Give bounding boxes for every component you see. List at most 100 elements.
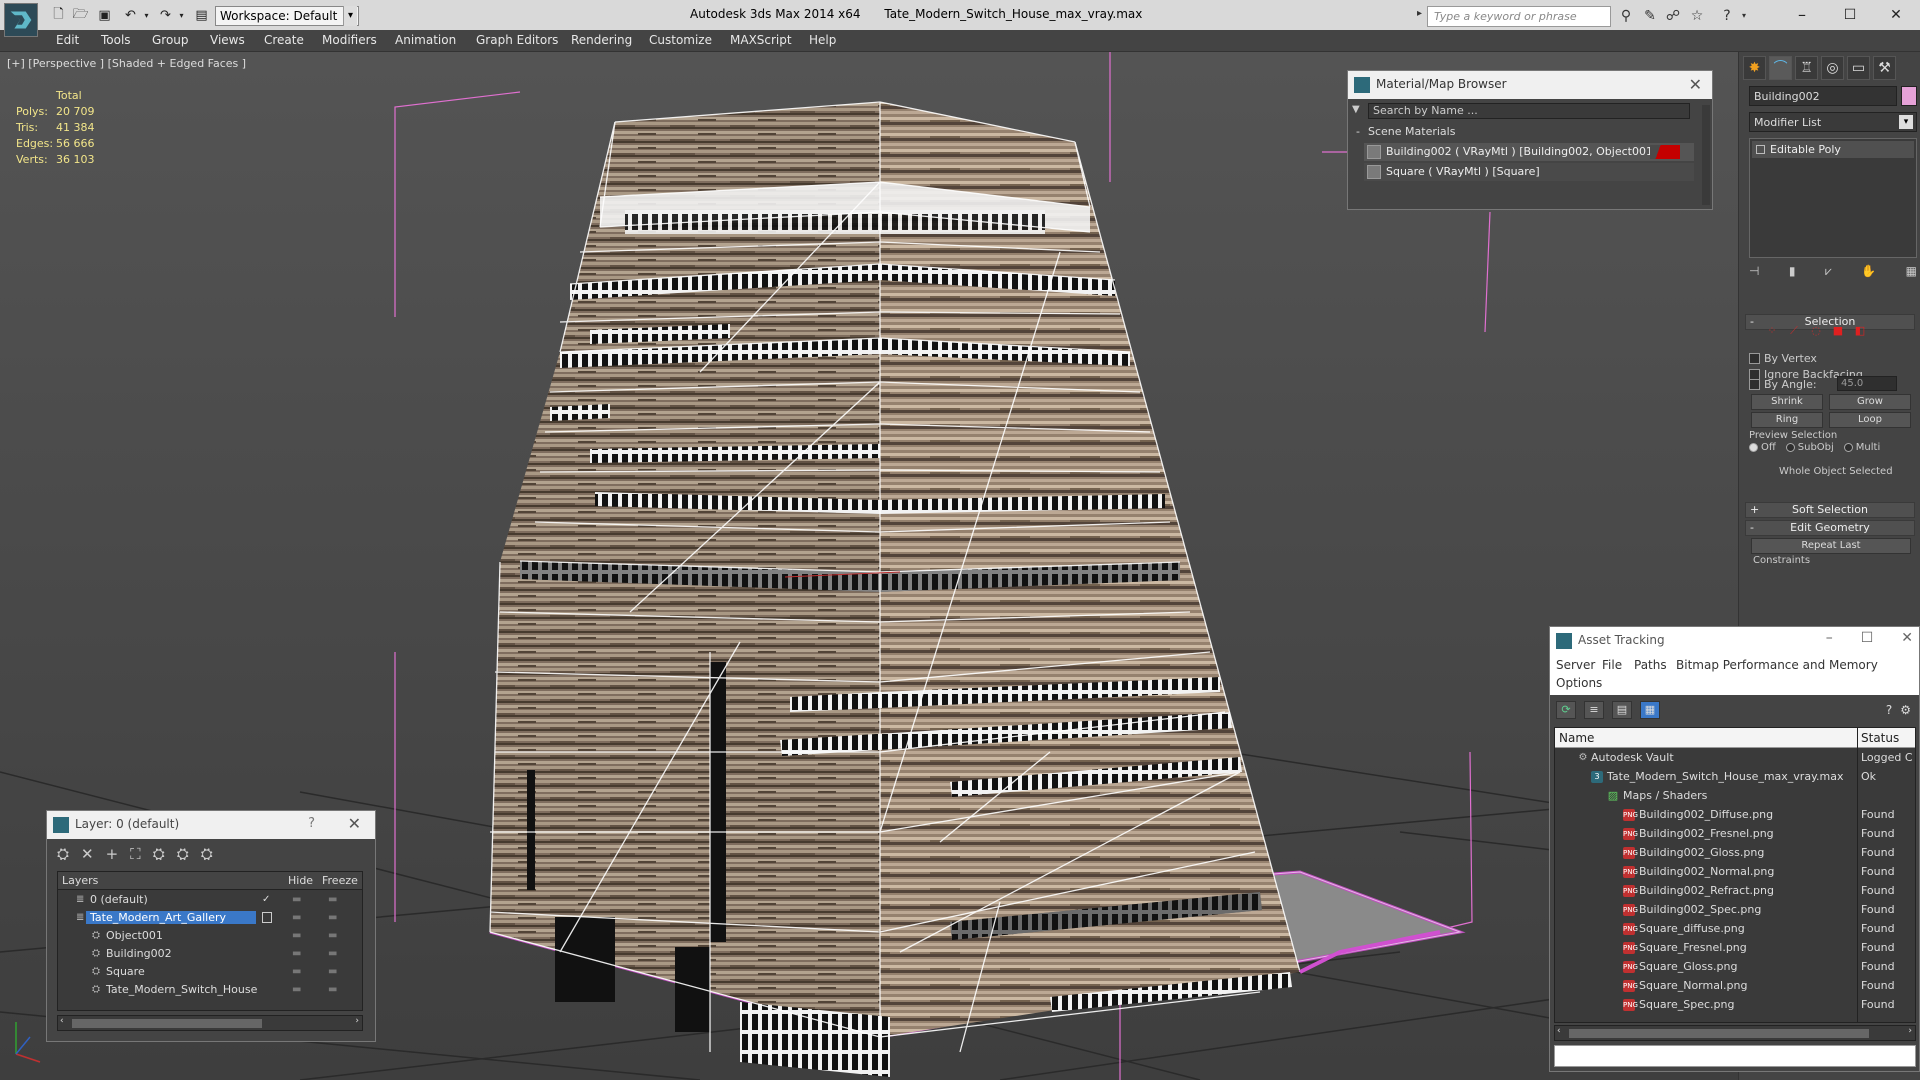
vertex-mode-icon[interactable]: ⁘ (1765, 324, 1779, 337)
tree-view-icon[interactable]: ▤ (1612, 701, 1632, 719)
show-end-result-icon[interactable]: ▮ (1789, 264, 1796, 282)
motion-tab-icon[interactable]: ◎ (1821, 56, 1844, 80)
polygon-mode-icon[interactable]: ■ (1831, 324, 1845, 337)
freeze-toggle[interactable]: ▬ (328, 984, 342, 995)
delete-layer-icon[interactable]: ✕ (81, 845, 94, 867)
layer-row[interactable]: ⛭ Building002 ▬ ▬ (58, 946, 362, 963)
column-freeze[interactable]: Freeze (322, 874, 358, 887)
object-color-swatch[interactable] (1901, 86, 1917, 106)
asset-row[interactable]: PNG Building002_Normal.png Found (1555, 863, 1915, 882)
subscription-icon[interactable]: ✎ (1641, 8, 1659, 24)
layer-row[interactable]: ⛭ Tate_Modern_Switch_House ▬ ▬ (58, 982, 362, 999)
scrollbar-thumb[interactable] (1569, 1029, 1869, 1038)
menu-group[interactable]: Group (152, 33, 189, 47)
menu-modifiers[interactable]: Modifiers (322, 33, 377, 47)
hide-all-icon[interactable]: ⛭ (177, 845, 189, 867)
grow-button[interactable]: Grow (1829, 394, 1911, 410)
hide-toggle[interactable]: ▬ (292, 948, 306, 959)
modify-tab-icon[interactable]: ⌒ (1769, 56, 1792, 80)
vertical-scrollbar[interactable] (1702, 105, 1710, 205)
scroll-left-icon[interactable]: ‹ (60, 1016, 64, 1026)
hide-toggle[interactable]: ▬ (292, 930, 306, 941)
edge-mode-icon[interactable]: ⟋ (1787, 324, 1801, 337)
scroll-right-icon[interactable]: › (1908, 1026, 1912, 1036)
menu-bitmap-performance[interactable]: Bitmap Performance and Memory (1676, 658, 1878, 672)
repeat-last-button[interactable]: Repeat Last (1751, 538, 1911, 554)
menu-tools[interactable]: Tools (101, 33, 131, 47)
create-layer-icon[interactable]: ⛭ (57, 845, 69, 867)
list-view-icon[interactable]: ≡ (1584, 701, 1604, 719)
undo-dropdown-icon[interactable]: ▾ (138, 7, 155, 24)
undo-icon[interactable]: ↶ (122, 7, 139, 24)
select-objects-icon[interactable]: ⛶ (130, 845, 141, 867)
radio-dot[interactable] (1843, 443, 1853, 452)
freeze-toggle[interactable]: ▬ (328, 930, 342, 941)
menu-graph-editors[interactable]: Graph Editors (476, 33, 558, 47)
help-icon[interactable]: ? (1718, 8, 1736, 24)
checkbox-box[interactable] (1749, 379, 1760, 390)
asset-row[interactable]: PNG Building002_Fresnel.png Found (1555, 825, 1915, 844)
freeze-toggle[interactable]: ▬ (328, 966, 342, 977)
minimize-button[interactable]: – (1780, 2, 1824, 28)
hide-toggle[interactable]: ▬ (292, 966, 306, 977)
add-to-layer-icon[interactable]: + (106, 845, 119, 867)
menu-maxscript[interactable]: MAXScript (730, 33, 792, 47)
expand-icon[interactable] (1756, 145, 1765, 154)
display-tab-icon[interactable]: ▭ (1847, 56, 1870, 80)
menu-views[interactable]: Views (210, 33, 245, 47)
shrink-button[interactable]: Shrink (1751, 394, 1823, 410)
scroll-left-icon[interactable]: ‹ (1557, 1026, 1561, 1036)
menu-file[interactable]: File (1602, 658, 1622, 672)
workspace-menu-button[interactable]: ▾ (343, 6, 357, 26)
material-item[interactable]: Building002 ( VRayMtl ) [Building002, Ob… (1364, 143, 1694, 161)
project-folder-icon[interactable]: ▤ (193, 7, 210, 24)
search-input[interactable]: Type a keyword or phrase (1427, 6, 1611, 27)
refresh-icon[interactable]: ⟳ (1556, 701, 1576, 719)
menu-rendering[interactable]: Rendering (571, 33, 632, 47)
dialog-titlebar[interactable]: Asset Tracking – ☐ ✕ (1550, 627, 1919, 655)
checkmark-icon[interactable]: ✓ (262, 894, 272, 905)
scene-materials-group[interactable]: - Scene Materials (1354, 125, 1694, 141)
app-logo-icon[interactable] (4, 3, 38, 37)
freeze-toggle[interactable]: ▬ (328, 912, 342, 923)
create-tab-icon[interactable]: ✸ (1743, 56, 1766, 80)
horizontal-scrollbar[interactable]: ‹ › (1554, 1025, 1916, 1041)
radio-dot[interactable] (1749, 443, 1758, 452)
close-icon[interactable]: ✕ (1689, 75, 1702, 94)
utilities-tab-icon[interactable]: ⚒ (1873, 56, 1896, 80)
menu-create[interactable]: Create (264, 33, 304, 47)
settings-icon[interactable]: ⚙ (1900, 703, 1911, 717)
element-mode-icon[interactable]: ◧ (1853, 324, 1867, 337)
angle-spinner[interactable]: 45.0 (1837, 376, 1897, 391)
menu-options[interactable]: Options (1556, 676, 1602, 690)
favorites-star-icon[interactable]: ☆ (1688, 8, 1706, 24)
workspace-select[interactable]: Workspace: Default ▾ (215, 6, 359, 26)
radio-dot[interactable] (1785, 443, 1795, 452)
freeze-all-icon[interactable]: ⛭ (201, 845, 213, 867)
rollout-edit-geometry[interactable]: - Edit Geometry (1745, 520, 1915, 536)
asset-row[interactable]: PNG Building002_Diffuse.png Found (1555, 806, 1915, 825)
material-search-input[interactable]: Search by Name ... (1368, 103, 1690, 119)
close-button[interactable]: ✕ (1874, 2, 1918, 28)
help-dropdown-icon[interactable]: ▾ (1735, 8, 1753, 24)
maximize-icon[interactable]: ☐ (1861, 630, 1874, 646)
filter-dropdown-icon[interactable]: ▼ (1352, 104, 1360, 115)
menu-animation[interactable]: Animation (395, 33, 456, 47)
redo-dropdown-icon[interactable]: ▾ (173, 7, 190, 24)
communication-icon[interactable]: ☍ (1664, 8, 1682, 24)
asset-row[interactable]: PNG Building002_Refract.png Found (1555, 882, 1915, 901)
table-view-icon[interactable]: ▦ (1640, 701, 1660, 719)
horizontal-scrollbar[interactable]: ‹ › (57, 1015, 363, 1031)
make-unique-icon[interactable]: ⩗ (1825, 264, 1832, 282)
asset-row[interactable]: 3 Tate_Modern_Switch_House_max_vray.max … (1555, 768, 1915, 787)
hide-toggle[interactable]: ▬ (292, 984, 306, 995)
material-item[interactable]: Square ( VRayMtl ) [Square] (1364, 163, 1694, 181)
freeze-toggle[interactable]: ▬ (328, 948, 342, 959)
configure-sets-icon[interactable]: ▦ (1906, 264, 1917, 282)
search-expand-icon[interactable]: ▸ (1417, 8, 1422, 19)
hierarchy-tab-icon[interactable]: ♖ (1795, 56, 1818, 80)
asset-row[interactable]: ⚙ Autodesk Vault Logged C (1555, 749, 1915, 768)
rollout-soft-selection[interactable]: + Soft Selection (1745, 502, 1915, 518)
minimize-icon[interactable]: – (1826, 630, 1833, 646)
preview-subobj-radio[interactable]: SubObj (1785, 442, 1834, 453)
